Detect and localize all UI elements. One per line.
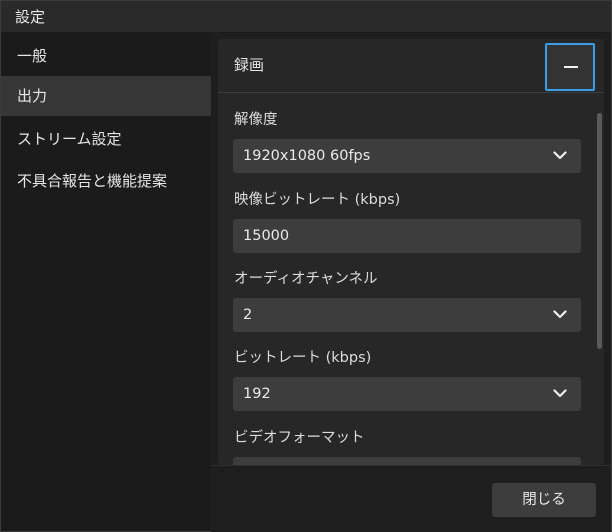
chevron-down-icon	[553, 151, 567, 160]
sidebar-item-stream-settings[interactable]: ストリーム設定	[1, 119, 211, 159]
video-bitrate-input[interactable]: 15000	[233, 219, 581, 253]
window-title: 設定	[1, 1, 611, 33]
collapse-button[interactable]	[545, 43, 595, 91]
chevron-down-icon	[553, 310, 567, 319]
panel-header: 録画	[218, 39, 604, 93]
video-format-select[interactable]	[233, 457, 581, 465]
close-button[interactable]: 閉じる	[492, 483, 596, 517]
audio-channels-value: 2	[243, 307, 253, 323]
audio-channels-label: オーディオチャンネル	[234, 271, 378, 287]
video-format-label: ビデオフォーマット	[234, 430, 365, 446]
main-content: 録画 解像度 1920x1080 60fps 映像ビットレート (kbps) 1…	[211, 33, 611, 532]
bitrate-select[interactable]: 192	[233, 377, 581, 411]
video-bitrate-value: 15000	[243, 228, 290, 244]
audio-channels-select[interactable]: 2	[233, 298, 581, 332]
sidebar-item-general[interactable]: 一般	[1, 36, 211, 76]
dialog-footer: 閉じる	[211, 465, 611, 532]
scrollbar-thumb[interactable]	[597, 113, 602, 349]
recording-panel: 録画 解像度 1920x1080 60fps 映像ビットレート (kbps) 1…	[218, 39, 604, 465]
sidebar-item-output[interactable]: 出力	[1, 76, 211, 116]
bitrate-value: 192	[243, 386, 271, 402]
resolution-value: 1920x1080 60fps	[243, 148, 371, 164]
bitrate-label: ビットレート (kbps)	[234, 350, 372, 366]
sidebar-item-bug-report[interactable]: 不具合報告と機能提案	[1, 161, 211, 201]
scrollbar[interactable]	[594, 93, 604, 465]
resolution-label: 解像度	[234, 112, 278, 128]
settings-window: 設定 一般 出力 ストリーム設定 不具合報告と機能提案 録画 解像度 1920x…	[0, 0, 612, 532]
sidebar: 一般 出力 ストリーム設定 不具合報告と機能提案	[1, 33, 211, 531]
chevron-down-icon	[553, 389, 567, 398]
minus-icon	[564, 66, 578, 68]
section-title: 録画	[234, 56, 265, 74]
resolution-select[interactable]: 1920x1080 60fps	[233, 139, 581, 173]
video-bitrate-label: 映像ビットレート (kbps)	[234, 192, 401, 208]
